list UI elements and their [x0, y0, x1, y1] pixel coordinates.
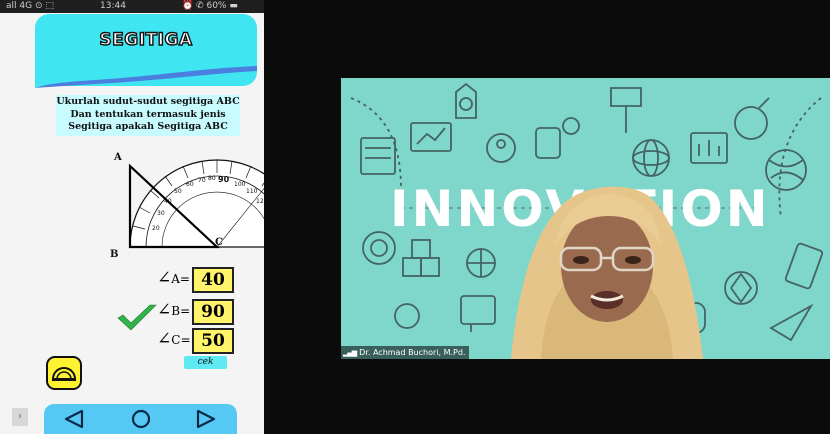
status-signal: all 4G ⊙ ⬚	[6, 1, 54, 11]
cek-button[interactable]: cek	[184, 356, 227, 369]
status-bar: all 4G ⊙ ⬚ 13:44 ⏰ ✆ 60% ▬	[0, 0, 264, 13]
instruction-line: Ukurlah sudut-sudut segitiga ABC	[56, 96, 240, 107]
video-tile[interactable]: INNOVATION ▂▄▆Dr. Achmad Buchori, M.Pd.	[341, 78, 830, 359]
forward-icon[interactable]	[194, 408, 218, 430]
participant-name-label: ▂▄▆ Dr. Achmad Buchori, M.Pd.	[341, 346, 470, 359]
protractor-icon	[51, 367, 77, 381]
angle-c-label: ∠C=	[157, 329, 191, 349]
side-expand-icon[interactable]: ›	[12, 408, 28, 426]
instruction-box: Ukurlah sudut-sudut segitiga ABC Dan ten…	[56, 95, 240, 136]
triangle-figure: 203040 506070 80 90 100110120 A B C	[110, 152, 264, 260]
presenter-video	[511, 186, 703, 359]
svg-text:110: 110	[246, 188, 258, 195]
back-icon[interactable]	[62, 408, 86, 430]
instruction-line: Segitiga apakah Segitiga ABC	[68, 121, 228, 132]
vertex-b-label: B	[110, 249, 118, 260]
page-title: SEGITIGA	[99, 29, 193, 50]
status-time: 13:44	[100, 1, 126, 11]
home-icon[interactable]	[129, 408, 153, 430]
svg-text:120: 120	[256, 198, 264, 205]
svg-text:60: 60	[186, 181, 194, 188]
angle-b-label: ∠B=	[157, 300, 191, 320]
signal-bars-icon: ▂▄▆	[343, 349, 357, 357]
angle-c-input[interactable]: 50	[192, 328, 234, 354]
protractor-icon[interactable]: 203040 506070 80 90 100110120	[129, 159, 264, 248]
phone-screen: all 4G ⊙ ⬚ 13:44 ⏰ ✆ 60% ▬ SEGITIGA Ukur…	[0, 0, 264, 434]
checkmark-icon	[117, 304, 157, 331]
angle-b-input[interactable]: 90	[192, 299, 234, 325]
vertex-c-label: C	[215, 237, 223, 248]
svg-text:50: 50	[174, 188, 182, 195]
angle-a-input[interactable]: 40	[192, 267, 234, 293]
svg-text:70: 70	[198, 177, 206, 184]
instruction-line: Dan tentukan termasuk jenis	[70, 108, 226, 120]
svg-text:100: 100	[234, 181, 246, 188]
vertex-a-label: A	[113, 152, 122, 163]
svg-text:30: 30	[157, 210, 165, 217]
svg-text:20: 20	[152, 225, 160, 232]
protractor-tool-button[interactable]	[46, 356, 82, 390]
svg-text:90: 90	[218, 175, 230, 184]
svg-text:80: 80	[208, 175, 216, 182]
angle-a-label: ∠A=	[157, 268, 190, 288]
status-battery: ⏰ ✆ 60% ▬	[182, 1, 238, 11]
android-nav-bar	[44, 404, 237, 434]
header-wave	[35, 62, 257, 88]
